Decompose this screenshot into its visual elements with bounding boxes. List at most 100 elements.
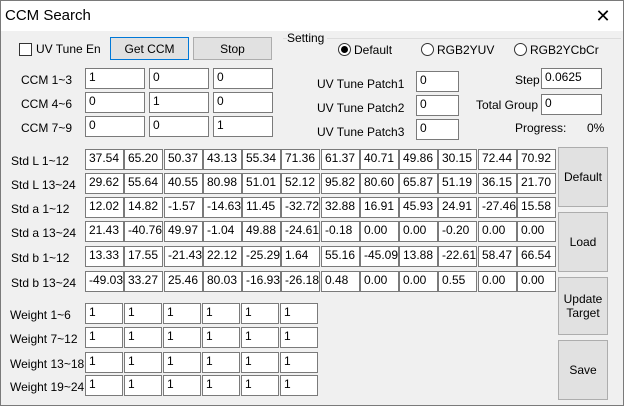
weight-input[interactable]: 1 <box>202 375 240 396</box>
std-cell-input[interactable]: -16.93 <box>242 271 281 292</box>
std-cell-input[interactable]: 17.55 <box>124 246 163 267</box>
std-cell-input[interactable]: 0.55 <box>438 271 477 292</box>
std-cell-input[interactable]: -0.18 <box>321 221 360 242</box>
std-cell-input[interactable]: 0.00 <box>360 221 399 242</box>
weight-input[interactable]: 1 <box>202 352 240 373</box>
std-cell-input[interactable]: 25.46 <box>164 271 203 292</box>
std-cell-input[interactable]: 70.92 <box>517 149 556 170</box>
std-cell-input[interactable]: 45.93 <box>399 197 438 218</box>
uv-patch-input[interactable]: 0 <box>416 119 459 140</box>
std-cell-input[interactable]: 80.03 <box>203 271 242 292</box>
std-cell-input[interactable]: 43.13 <box>203 149 242 170</box>
uv-patch-input[interactable]: 0 <box>416 71 459 92</box>
std-cell-input[interactable]: 65.20 <box>124 149 163 170</box>
std-cell-input[interactable]: -26.18 <box>281 271 320 292</box>
std-cell-input[interactable]: -49.03 <box>85 271 124 292</box>
std-cell-input[interactable]: 22.12 <box>203 246 242 267</box>
std-cell-input[interactable]: -1.57 <box>164 197 203 218</box>
ccm-input[interactable]: 1 <box>149 92 209 113</box>
ccm-input[interactable]: 1 <box>85 68 145 89</box>
std-cell-input[interactable]: 0.00 <box>478 271 517 292</box>
weight-input[interactable]: 1 <box>163 303 201 324</box>
std-cell-input[interactable]: 71.36 <box>281 149 320 170</box>
std-cell-input[interactable]: 15.58 <box>517 197 556 218</box>
std-cell-input[interactable]: 55.34 <box>242 149 281 170</box>
weight-input[interactable]: 1 <box>163 375 201 396</box>
std-cell-input[interactable]: 12.02 <box>85 197 124 218</box>
load-button[interactable]: Load <box>558 212 608 272</box>
std-cell-input[interactable]: 66.54 <box>517 246 556 267</box>
std-cell-input[interactable]: 72.44 <box>478 149 517 170</box>
std-cell-input[interactable]: 37.54 <box>85 149 124 170</box>
std-cell-input[interactable]: 0.00 <box>360 271 399 292</box>
ccm-input[interactable]: 0 <box>213 92 273 113</box>
get-ccm-button[interactable]: Get CCM <box>110 37 189 60</box>
std-cell-input[interactable]: 65.87 <box>399 173 438 194</box>
stop-button[interactable]: Stop <box>193 37 272 60</box>
std-cell-input[interactable]: 51.19 <box>438 173 477 194</box>
std-cell-input[interactable]: -1.04 <box>203 221 242 242</box>
default-button[interactable]: Default <box>558 147 608 207</box>
ccm-input[interactable]: 0 <box>85 116 145 137</box>
weight-input[interactable]: 1 <box>85 303 123 324</box>
std-cell-input[interactable]: 0.00 <box>478 221 517 242</box>
std-cell-input[interactable]: 32.88 <box>321 197 360 218</box>
std-cell-input[interactable]: 21.43 <box>85 221 124 242</box>
std-cell-input[interactable]: 13.33 <box>85 246 124 267</box>
std-cell-input[interactable]: 21.70 <box>517 173 556 194</box>
setting-radio-2[interactable] <box>421 43 434 56</box>
std-cell-input[interactable]: 40.71 <box>360 149 399 170</box>
std-cell-input[interactable]: 49.88 <box>242 221 281 242</box>
weight-input[interactable]: 1 <box>202 303 240 324</box>
ccm-input[interactable]: 1 <box>213 116 273 137</box>
std-cell-input[interactable]: 29.62 <box>85 173 124 194</box>
weight-input[interactable]: 1 <box>241 352 279 373</box>
std-cell-input[interactable]: 40.55 <box>164 173 203 194</box>
uv-patch-input[interactable]: 0 <box>416 95 459 116</box>
setting-radio-3[interactable] <box>514 43 527 56</box>
step-input[interactable]: 0.0625 <box>541 68 602 89</box>
weight-input[interactable]: 1 <box>124 352 162 373</box>
weight-input[interactable]: 1 <box>280 375 318 396</box>
uv-tune-en-checkbox[interactable] <box>19 43 32 56</box>
weight-input[interactable]: 1 <box>124 375 162 396</box>
std-cell-input[interactable]: -14.63 <box>203 197 242 218</box>
std-cell-input[interactable]: 55.64 <box>124 173 163 194</box>
std-cell-input[interactable]: 49.97 <box>164 221 203 242</box>
std-cell-input[interactable]: 55.16 <box>321 246 360 267</box>
weight-input[interactable]: 1 <box>163 352 201 373</box>
std-cell-input[interactable]: -0.20 <box>438 221 477 242</box>
weight-input[interactable]: 1 <box>241 327 279 348</box>
close-icon[interactable]: ✕ <box>591 5 615 27</box>
std-cell-input[interactable]: 58.47 <box>478 246 517 267</box>
update-target-button[interactable]: Update Target <box>558 277 608 335</box>
std-cell-input[interactable]: 49.86 <box>399 149 438 170</box>
std-cell-input[interactable]: 51.01 <box>242 173 281 194</box>
std-cell-input[interactable]: 0.00 <box>399 221 438 242</box>
std-cell-input[interactable]: 95.82 <box>321 173 360 194</box>
std-cell-input[interactable]: 30.15 <box>438 149 477 170</box>
std-cell-input[interactable]: 0.00 <box>517 271 556 292</box>
std-cell-input[interactable]: 61.37 <box>321 149 360 170</box>
total-group-input[interactable]: 0 <box>541 94 602 115</box>
weight-input[interactable]: 1 <box>280 327 318 348</box>
weight-input[interactable]: 1 <box>241 375 279 396</box>
std-cell-input[interactable]: 16.91 <box>360 197 399 218</box>
weight-input[interactable]: 1 <box>241 303 279 324</box>
std-cell-input[interactable]: -25.29 <box>242 246 281 267</box>
std-cell-input[interactable]: 11.45 <box>242 197 281 218</box>
std-cell-input[interactable]: 0.48 <box>321 271 360 292</box>
weight-input[interactable]: 1 <box>163 327 201 348</box>
std-cell-input[interactable]: -32.72 <box>281 197 320 218</box>
std-cell-input[interactable]: -21.43 <box>164 246 203 267</box>
std-cell-input[interactable]: 36.15 <box>478 173 517 194</box>
std-cell-input[interactable]: 80.60 <box>360 173 399 194</box>
weight-input[interactable]: 1 <box>124 303 162 324</box>
weight-input[interactable]: 1 <box>124 327 162 348</box>
std-cell-input[interactable]: 33.27 <box>124 271 163 292</box>
std-cell-input[interactable]: -40.76 <box>124 221 163 242</box>
std-cell-input[interactable]: 0.00 <box>517 221 556 242</box>
std-cell-input[interactable]: 52.12 <box>281 173 320 194</box>
std-cell-input[interactable]: 50.37 <box>164 149 203 170</box>
weight-input[interactable]: 1 <box>280 352 318 373</box>
